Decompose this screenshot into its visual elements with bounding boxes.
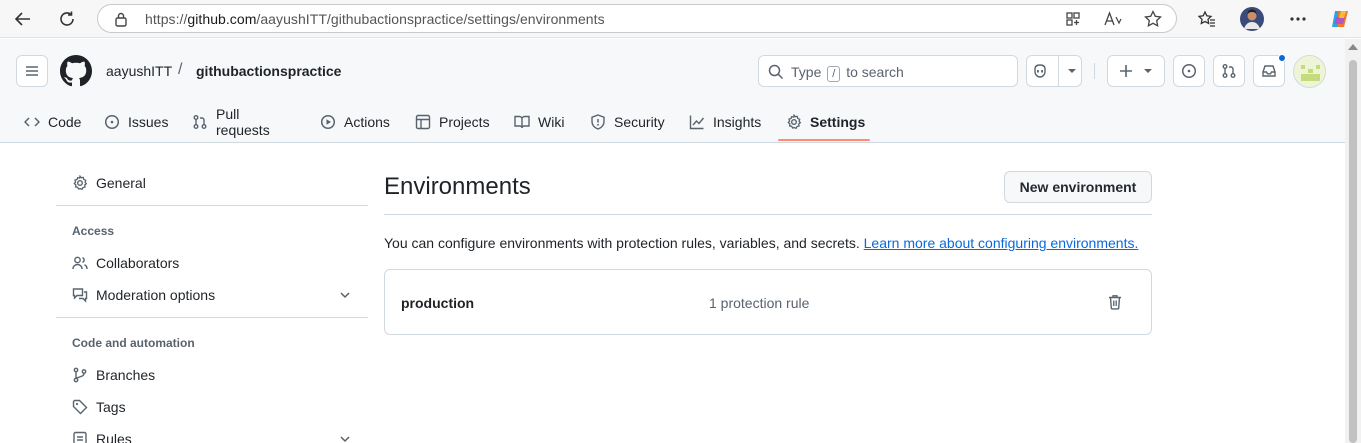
- copilot-button[interactable]: [1026, 55, 1082, 87]
- user-avatar[interactable]: [1293, 55, 1326, 88]
- browser-toolbar: https://github.com/aayushITT/githubactio…: [0, 0, 1361, 38]
- github-logo-icon[interactable]: [60, 55, 92, 87]
- tab-actions[interactable]: Actions: [320, 101, 390, 143]
- issues-button[interactable]: [1173, 55, 1205, 87]
- repo-header: aayushITT / githubactionspractice Type /…: [0, 39, 1345, 143]
- scrollbar-thumb[interactable]: [1349, 60, 1357, 443]
- create-new-button[interactable]: [1107, 55, 1165, 87]
- chevron-down-icon: [340, 292, 350, 299]
- read-aloud-icon[interactable]: [1104, 10, 1122, 28]
- people-icon: [72, 256, 88, 270]
- pull-request-icon: [193, 115, 207, 129]
- address-bar[interactable]: https://github.com/aayushITT/githubactio…: [97, 4, 1177, 33]
- shield-icon: [591, 114, 605, 130]
- repo-push-icon: [73, 431, 87, 443]
- comment-discussion-icon: [72, 288, 88, 303]
- hamburger-menu-button[interactable]: [16, 55, 48, 87]
- sidebar-heading-access: Access: [72, 224, 115, 238]
- issue-icon: [104, 114, 120, 130]
- graph-icon: [689, 115, 705, 130]
- chevron-down-icon: [1067, 69, 1076, 73]
- environment-protection-rules: 1 protection rule: [709, 295, 810, 311]
- sidebar-item-rules[interactable]: Rules: [56, 423, 368, 443]
- environment-name-link[interactable]: production: [401, 295, 474, 311]
- plus-icon: [1120, 65, 1132, 77]
- new-environment-button[interactable]: New environment: [1004, 171, 1152, 203]
- refresh-icon[interactable]: [54, 6, 80, 32]
- issue-icon: [1181, 63, 1197, 79]
- tab-pull-requests[interactable]: Pull requests: [192, 101, 270, 143]
- search-input[interactable]: Type / to search: [758, 55, 1018, 87]
- sidebar-divider: [56, 317, 368, 318]
- tab-wiki[interactable]: Wiki: [514, 101, 564, 143]
- play-icon: [320, 114, 336, 130]
- favorites-icon[interactable]: [1194, 6, 1220, 32]
- sidebar-item-tags[interactable]: Tags: [56, 391, 368, 423]
- sidebar-item-general[interactable]: General: [56, 167, 368, 199]
- pull-requests-button[interactable]: [1213, 55, 1245, 87]
- page-title: Environments: [384, 173, 531, 200]
- sidebar-item-moderation-options[interactable]: Moderation options: [56, 279, 368, 311]
- profile-avatar[interactable]: [1239, 6, 1265, 32]
- sidebar-divider: [56, 205, 368, 206]
- sidebar-heading-code-automation: Code and automation: [72, 336, 195, 350]
- title-divider: [384, 214, 1152, 215]
- active-tab-underline: [778, 139, 870, 141]
- tab-code[interactable]: Code: [24, 101, 81, 143]
- url-text: https://github.com/aayushITT/githubactio…: [145, 11, 605, 27]
- learn-more-link[interactable]: Learn more about configuring environment…: [864, 235, 1139, 251]
- gear-icon: [787, 114, 802, 130]
- search-icon: [768, 64, 784, 83]
- breadcrumb-repo[interactable]: githubactionspractice: [196, 63, 341, 79]
- lock-icon: [114, 11, 128, 30]
- tab-projects[interactable]: Projects: [415, 101, 490, 143]
- git-branch-icon: [73, 367, 87, 383]
- gear-icon: [73, 175, 88, 191]
- notification-indicator: [1278, 54, 1286, 62]
- menu-icon: [26, 66, 38, 76]
- environment-row[interactable]: production 1 protection rule: [384, 269, 1152, 335]
- breadcrumb-owner[interactable]: aayushITT: [106, 63, 172, 79]
- book-icon: [514, 115, 530, 129]
- sidebar-item-collaborators[interactable]: Collaborators: [56, 247, 368, 279]
- environments-description: You can configure environments with prot…: [384, 235, 1139, 251]
- search-placeholder: Type / to search: [791, 64, 904, 82]
- pull-request-icon: [1222, 64, 1236, 78]
- app-available-icon[interactable]: [1064, 10, 1082, 28]
- tab-insights[interactable]: Insights: [689, 101, 761, 143]
- header-divider: [1094, 63, 1095, 79]
- tab-settings[interactable]: Settings: [786, 101, 865, 143]
- code-icon: [24, 117, 40, 127]
- favorite-star-icon[interactable]: [1144, 10, 1162, 28]
- chevron-down-icon: [1144, 69, 1152, 73]
- more-menu-icon[interactable]: [1285, 6, 1311, 32]
- back-arrow-icon[interactable]: [10, 6, 36, 32]
- tab-issues[interactable]: Issues: [104, 101, 168, 143]
- sidebar-item-branches[interactable]: Branches: [56, 359, 368, 391]
- tab-security[interactable]: Security: [590, 101, 665, 143]
- tag-icon: [72, 399, 88, 415]
- breadcrumb-separator: /: [178, 61, 183, 78]
- chevron-down-icon: [340, 436, 350, 443]
- trash-icon[interactable]: [1105, 292, 1125, 312]
- copilot-icon[interactable]: [1327, 6, 1353, 32]
- scroll-up-arrow-icon[interactable]: [1348, 44, 1358, 50]
- inbox-icon: [1262, 65, 1276, 77]
- copilot-icon: [1033, 64, 1046, 78]
- table-icon: [415, 114, 431, 130]
